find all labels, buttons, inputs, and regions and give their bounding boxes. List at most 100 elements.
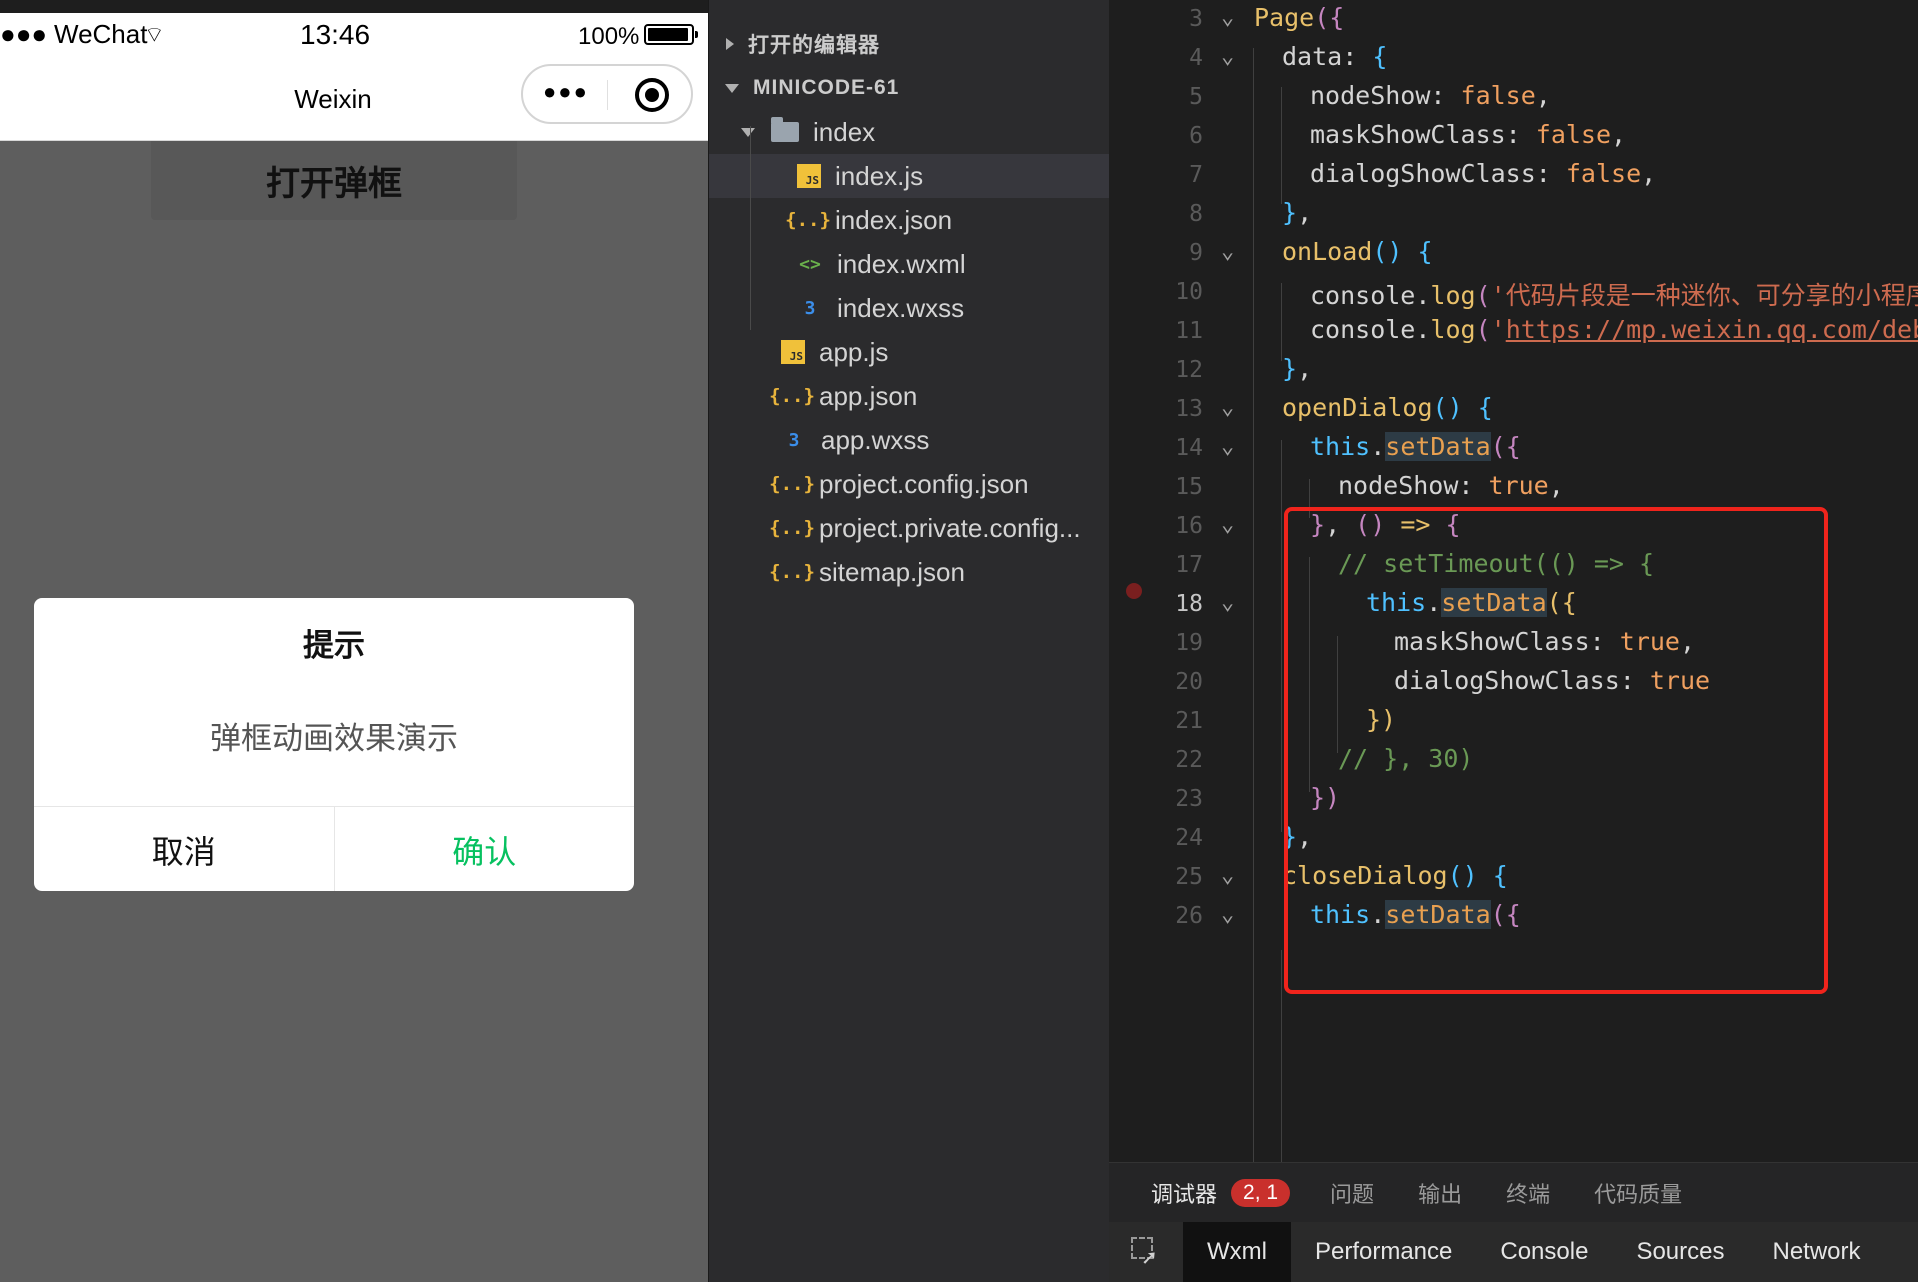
project-name: MINICODE-61 [753, 76, 900, 99]
fold-chevron-icon[interactable]: ⌄ [1221, 902, 1234, 927]
close-circle-icon[interactable] [635, 78, 669, 112]
line-number: 25 [1175, 864, 1203, 890]
tree-item-index-json[interactable]: {..} index.json [709, 198, 1110, 242]
line-number: 17 [1175, 552, 1203, 578]
line-number: 5 [1189, 84, 1203, 110]
tab-output[interactable]: 输出 [1418, 1177, 1462, 1209]
carrier-label: WeChat [54, 19, 148, 49]
highlight-annotation-box [1284, 507, 1828, 994]
tree-item-index-js[interactable]: JS index.js [709, 154, 1110, 198]
status-bar: ●●● WeChat ⌔ 13:46 100% [0, 0, 708, 64]
modal-dialog: 提示 弹框动画效果演示 取消 确认 [34, 598, 634, 891]
json-file-icon: {..} [785, 209, 831, 231]
tree-item-label: sitemap.json [819, 556, 965, 587]
line-number: 26 [1175, 903, 1203, 929]
tree-item-index-wxss[interactable]: 3 index.wxss [709, 286, 1110, 330]
tree-item-project-config[interactable]: {..} project.config.json [709, 462, 1110, 506]
code-text: console.log('https://mp.weixin.qq.com/de… [1310, 315, 1918, 344]
tree-item-label: project.private.config... [819, 512, 1081, 543]
tree-item-app-wxss[interactable]: 3 app.wxss [709, 418, 1110, 462]
tab-terminal[interactable]: 终端 [1506, 1177, 1550, 1209]
fold-chevron-icon[interactable]: ⌄ [1221, 863, 1234, 888]
tree-item-label: index [813, 116, 876, 147]
code-text: data: { [1282, 42, 1388, 71]
fold-chevron-icon[interactable]: ⌄ [1221, 590, 1234, 615]
tree-item-label: app.json [819, 380, 918, 411]
simulator-panel: ●●● WeChat ⌔ 13:46 100% Weixin ●●● 打开弹框 … [0, 0, 708, 1282]
tree-item-sitemap[interactable]: {..} sitemap.json [709, 550, 1110, 594]
inspect-element-icon[interactable]: ➚ [1131, 1237, 1161, 1269]
dialog-footer: 取消 确认 [34, 806, 634, 891]
code-text: nodeShow: true, [1338, 471, 1564, 500]
indent-guide [1281, 950, 1282, 1162]
code-text: dialogShowClass: false, [1310, 159, 1657, 188]
code-text: }, [1282, 354, 1313, 383]
fold-chevron-icon[interactable]: ⌄ [1221, 434, 1234, 459]
line-number: 21 [1175, 708, 1203, 734]
chevron-down-icon [741, 127, 755, 137]
breakpoint-dot-icon[interactable] [1126, 583, 1142, 599]
folder-icon [771, 117, 799, 142]
chevron-right-icon [726, 38, 734, 50]
tab-debugger[interactable]: 调试器 [1144, 1177, 1224, 1226]
tab-code-quality[interactable]: 代码质量 [1594, 1177, 1682, 1209]
fold-chevron-icon[interactable]: ⌄ [1221, 512, 1234, 537]
tree-item-label: index.wxml [837, 248, 966, 279]
code-text: Page({ [1254, 3, 1345, 32]
line-number: 4 [1189, 45, 1203, 71]
tab-sources[interactable]: Sources [1612, 1222, 1748, 1282]
line-number: 20 [1175, 669, 1203, 695]
battery-icon [644, 24, 698, 45]
code-text: }, [1282, 198, 1313, 227]
tree-item-label: app.js [819, 336, 889, 367]
js-file-icon: JS [797, 164, 821, 188]
panel-tab-bar: 调试器 2, 1 问题 输出 终端 代码质量 [1109, 1162, 1918, 1226]
line-number: 24 [1175, 825, 1203, 851]
capsule-divider [607, 80, 608, 110]
tree-item-app-json[interactable]: {..} app.json [709, 374, 1110, 418]
line-number: 9 [1189, 240, 1203, 266]
project-root[interactable]: MINICODE-61 [709, 66, 1110, 110]
fold-chevron-icon[interactable]: ⌄ [1221, 5, 1234, 30]
open-dialog-button[interactable]: 打开弹框 [151, 141, 517, 220]
tree-item-index-wxml[interactable]: <> index.wxml [709, 242, 1110, 286]
confirm-button[interactable]: 确认 [335, 807, 635, 891]
tab-network[interactable]: Network [1748, 1222, 1884, 1282]
line-number: 8 [1189, 201, 1203, 227]
fold-chevron-icon[interactable]: ⌄ [1221, 239, 1234, 264]
dialog-title: 提示 [303, 628, 365, 663]
line-number: 13 [1175, 396, 1203, 422]
line-number: 7 [1189, 162, 1203, 188]
json-file-icon: {..} [769, 561, 815, 583]
tree-item-app-js[interactable]: JS app.js [709, 330, 1110, 374]
js-file-icon: JS [781, 340, 805, 364]
devtools-tab-bar: ➚ Wxml Performance Console Sources Netwo… [1109, 1222, 1918, 1282]
tree-item-label: project.config.json [819, 468, 1029, 499]
tab-wxml[interactable]: Wxml [1183, 1222, 1291, 1282]
chevron-down-icon [725, 83, 739, 93]
tree-item-project-private-config[interactable]: {..} project.private.config... [709, 506, 1110, 550]
code-text: nodeShow: false, [1310, 81, 1551, 110]
line-number: 16 [1175, 513, 1203, 539]
tree-item-index-folder[interactable]: index [709, 110, 1110, 154]
code-text: onLoad() { [1282, 237, 1433, 266]
tab-console[interactable]: Console [1476, 1222, 1612, 1282]
wifi-icon: ⌔ [144, 22, 165, 47]
line-number: 19 [1175, 630, 1203, 656]
open-editors-section[interactable]: 打开的编辑器 [709, 22, 1110, 66]
cancel-button[interactable]: 取消 [34, 807, 335, 891]
tab-performance[interactable]: Performance [1291, 1222, 1476, 1282]
line-number: 14 [1175, 435, 1203, 461]
more-icon[interactable]: ●●● [543, 79, 589, 105]
fold-chevron-icon[interactable]: ⌄ [1221, 395, 1234, 420]
line-number: 11 [1175, 318, 1203, 344]
signal-dots-icon: ●●● [0, 19, 48, 49]
fold-chevron-icon[interactable]: ⌄ [1221, 44, 1234, 69]
dialog-content: 弹框动画效果演示 [210, 721, 458, 756]
tab-problems[interactable]: 问题 [1330, 1177, 1374, 1209]
tree-indent-guide [750, 126, 751, 330]
json-file-icon: {..} [769, 517, 815, 539]
line-number: 12 [1175, 357, 1203, 383]
line-number: 3 [1189, 6, 1203, 32]
json-file-icon: {..} [769, 385, 815, 407]
